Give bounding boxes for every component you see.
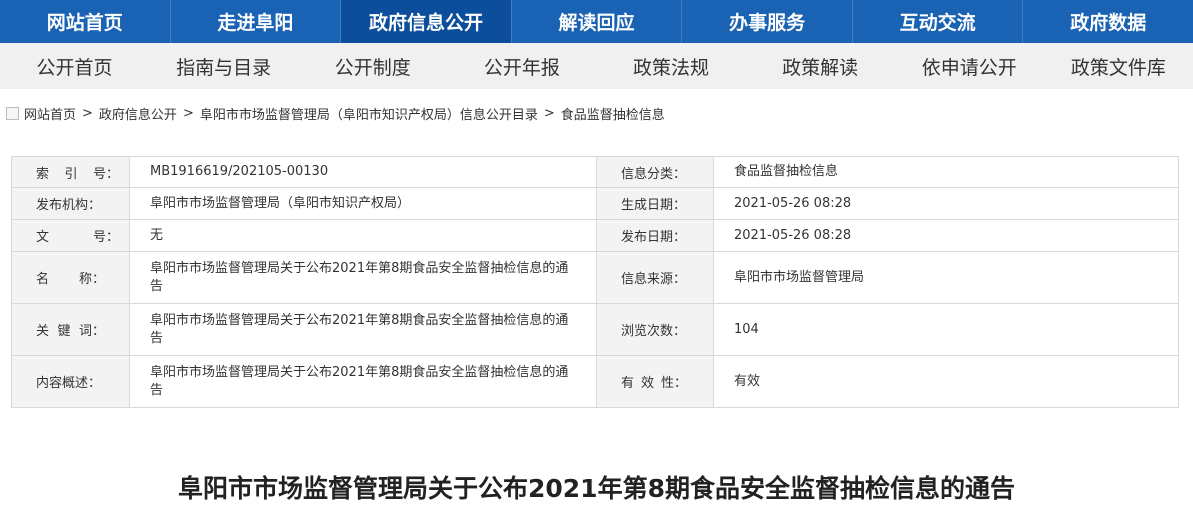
table-row: 索 引 号： MB1916619/202105-00130 信息分类： 食品监督… — [11, 156, 1179, 188]
breadcrumb: 网站首页 > 政府信息公开 > 阜阳市市场监督管理局（阜阳市知识产权局）信息公开… — [6, 103, 665, 123]
keywords-value: 阜阳市市场监督管理局关于公布2021年第8期食品安全监督抽检信息的通告 — [129, 303, 597, 356]
publisher-value: 阜阳市市场监督管理局（阜阳市知识产权局） — [129, 187, 597, 220]
breadcrumb-catalog[interactable]: 阜阳市市场监督管理局（阜阳市知识产权局）信息公开目录 — [200, 104, 538, 123]
home-icon — [6, 106, 19, 120]
published-label: 发布日期： — [596, 219, 714, 252]
views-label: 浏览次数： — [596, 303, 714, 356]
sub-nav-item-annual-report[interactable]: 公开年报 — [447, 43, 596, 89]
sub-nav-item-regulations[interactable]: 政策法规 — [597, 43, 746, 89]
breadcrumb-separator: > — [82, 105, 93, 121]
top-nav: 网站首页 走进阜阳 政府信息公开 解读回应 办事服务 互动交流 政府数据 — [0, 0, 1193, 43]
publisher-label: 发布机构： — [11, 187, 130, 220]
sub-nav: 公开首页 指南与目录 公开制度 公开年报 政策法规 政策解读 依申请公开 政策文… — [0, 43, 1193, 89]
validity-value: 有效 — [713, 355, 1179, 408]
name-value: 阜阳市市场监督管理局关于公布2021年第8期食品安全监督抽检信息的通告 — [129, 251, 597, 304]
published-value: 2021-05-26 08:28 — [713, 219, 1179, 252]
breadcrumb-current[interactable]: 食品监督抽检信息 — [561, 104, 665, 123]
table-row: 关 键 词： 阜阳市市场监督管理局关于公布2021年第8期食品安全监督抽检信息的… — [11, 303, 1179, 356]
table-row: 内容概述： 阜阳市市场监督管理局关于公布2021年第8期食品安全监督抽检信息的通… — [11, 355, 1179, 408]
top-nav-item-gov-info[interactable]: 政府信息公开 — [341, 0, 512, 43]
sub-nav-item-guide[interactable]: 指南与目录 — [149, 43, 298, 89]
validity-label: 有 效 性： — [596, 355, 714, 408]
doc-no-label: 文 号： — [11, 219, 130, 252]
breadcrumb-home[interactable]: 网站首页 — [24, 104, 76, 123]
summary-label: 内容概述： — [11, 355, 130, 408]
table-row: 发布机构： 阜阳市市场监督管理局（阜阳市知识产权局） 生成日期： 2021-05… — [11, 187, 1179, 220]
views-value: 104 — [713, 303, 1179, 356]
keywords-label: 关 键 词： — [11, 303, 130, 356]
top-nav-item-about[interactable]: 走进阜阳 — [171, 0, 342, 43]
doc-no-value: 无 — [129, 219, 597, 252]
created-label: 生成日期： — [596, 187, 714, 220]
sub-nav-item-policy-interpret[interactable]: 政策解读 — [746, 43, 895, 89]
top-nav-item-services[interactable]: 办事服务 — [682, 0, 853, 43]
breadcrumb-separator: > — [182, 105, 194, 121]
source-label: 信息来源： — [596, 251, 714, 304]
top-nav-item-data[interactable]: 政府数据 — [1023, 0, 1193, 43]
table-row: 名 称： 阜阳市市场监督管理局关于公布2021年第8期食品安全监督抽检信息的通告… — [11, 251, 1179, 304]
top-nav-item-home[interactable]: 网站首页 — [0, 0, 171, 43]
table-row: 文 号： 无 发布日期： 2021-05-26 08:28 — [11, 219, 1179, 252]
info-table: 索 引 号： MB1916619/202105-00130 信息分类： 食品监督… — [11, 156, 1179, 408]
breadcrumb-gov-info[interactable]: 政府信息公开 — [99, 104, 177, 123]
sub-nav-item-rules[interactable]: 公开制度 — [298, 43, 447, 89]
index-no-label: 索 引 号： — [11, 156, 130, 188]
sub-nav-item-policy-library[interactable]: 政策文件库 — [1044, 43, 1193, 89]
top-nav-item-interpret[interactable]: 解读回应 — [512, 0, 683, 43]
name-label: 名 称： — [11, 251, 130, 304]
breadcrumb-separator: > — [543, 105, 555, 121]
created-value: 2021-05-26 08:28 — [713, 187, 1179, 220]
page-title: 阜阳市市场监督管理局关于公布2021年第8期食品安全监督抽检信息的通告 — [178, 474, 1015, 503]
top-nav-item-interaction[interactable]: 互动交流 — [853, 0, 1024, 43]
summary-value: 阜阳市市场监督管理局关于公布2021年第8期食品安全监督抽检信息的通告 — [129, 355, 597, 408]
category-value: 食品监督抽检信息 — [713, 156, 1179, 188]
category-label: 信息分类： — [596, 156, 714, 188]
source-value: 阜阳市市场监督管理局 — [713, 251, 1179, 304]
sub-nav-item-home[interactable]: 公开首页 — [0, 43, 149, 89]
index-no-value: MB1916619/202105-00130 — [129, 156, 597, 188]
sub-nav-item-apply[interactable]: 依申请公开 — [895, 43, 1044, 89]
